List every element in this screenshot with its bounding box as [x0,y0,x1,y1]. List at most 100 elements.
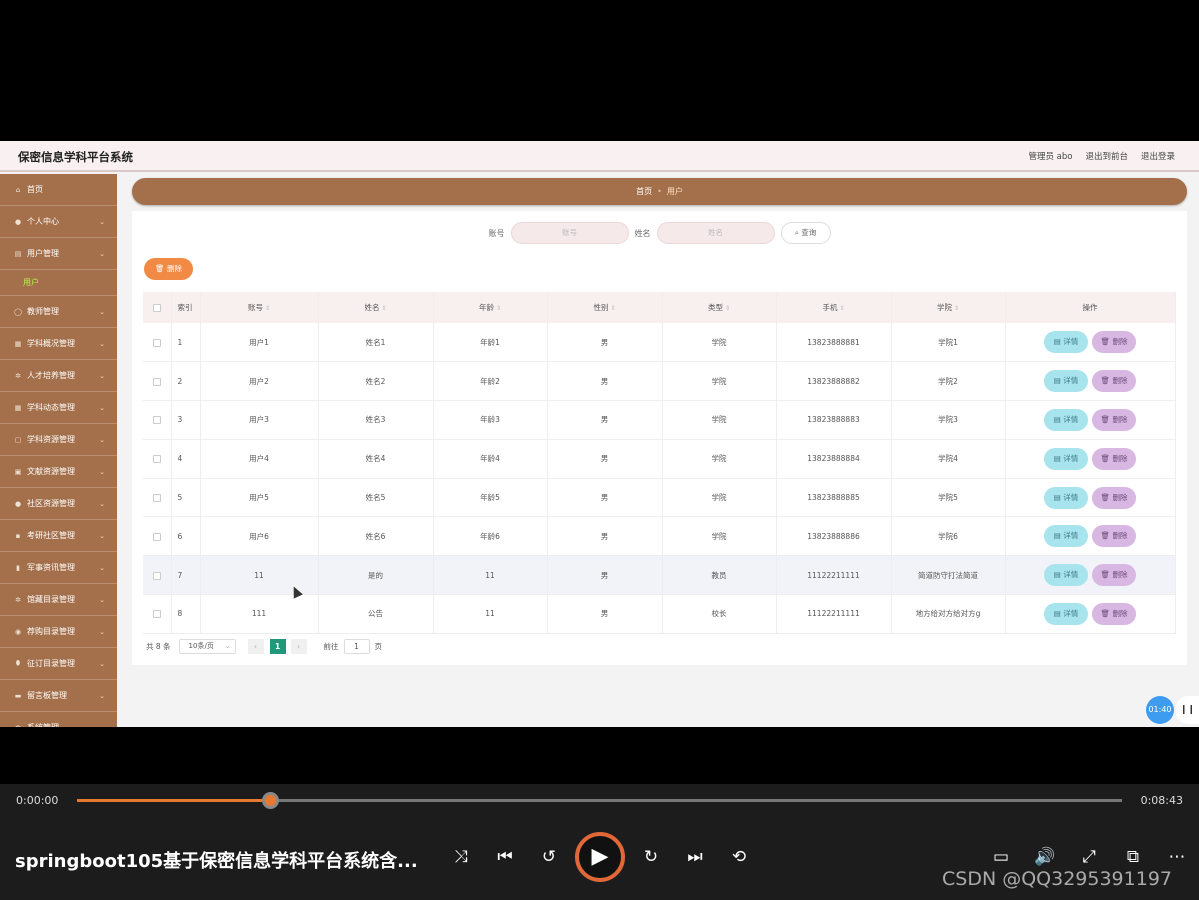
row-checkbox[interactable] [152,610,161,619]
column-header[interactable]: 账号 ⇕ [200,292,319,323]
row-checkbox[interactable] [152,532,161,541]
next-page-button[interactable]: › [290,639,307,654]
row-checkbox[interactable] [152,571,161,580]
detail-button[interactable]: ▤ 详情 [1044,370,1088,393]
next-track-icon[interactable]: ⏭ [683,845,707,869]
row-delete-button[interactable]: 🗑 删除 [1092,370,1136,393]
cell-account: 用户5 [200,478,319,518]
sort-icon[interactable]: ⇕ [496,305,501,312]
chevron-down-icon: ⌄ [99,563,105,572]
progress-bar[interactable] [77,792,1122,809]
cell-phone: 13823888881 [776,323,892,363]
row-delete-button[interactable]: 🗑 删除 [1092,525,1136,548]
rewind-10-icon[interactable]: ↺ [537,845,561,869]
account-search-input[interactable]: 账号 [510,222,629,244]
repeat-off-icon[interactable]: ⟲ [727,845,751,869]
detail-button[interactable]: ▤ 详情 [1044,486,1088,509]
breadcrumb-home[interactable]: 首页 [636,187,652,196]
pause-icon[interactable]: ❙❙ [1176,696,1199,724]
sidebar-item[interactable]: ▦ 学科动态管理 ⌄ [0,392,117,424]
sidebar-item[interactable]: ◯ 教师管理 ⌄ [0,296,117,328]
logout-link[interactable]: 退出登录 [1141,150,1175,162]
sort-icon[interactable]: ⇕ [381,305,386,312]
sidebar-item[interactable]: ⬮ 征订目录管理 ⌄ [0,648,117,680]
column-header[interactable]: 类型 ⇕ [662,292,777,323]
cell-age: 年龄2 [433,361,548,402]
progress-knob[interactable] [262,792,280,809]
cell-account: 用户2 [200,361,319,402]
search-button[interactable]: ⌕ 查询 [780,222,831,244]
sidebar-subitem-users[interactable]: 用户 [0,270,117,296]
admin-user-link[interactable]: 管理员 abo [1028,150,1072,162]
sidebar-item[interactable]: ▬ 留言板管理 ⌄ [0,680,117,712]
sidebar-item[interactable]: ▪ 考研社区管理 ⌄ [0,520,117,552]
column-header[interactable]: 学院 ⇕ [891,292,1006,323]
sort-icon[interactable]: ⇕ [954,305,959,312]
chevron-down-icon: ⌄ [99,499,105,508]
sidebar-item-label: 荐购目录管理 [27,627,75,636]
row-delete-button[interactable]: 🗑 删除 [1092,447,1136,470]
row-delete-button[interactable]: 🗑 删除 [1092,408,1136,431]
name-search-input[interactable]: 姓名 [656,222,775,244]
sidebar-item[interactable]: ▦ 学科概况管理 ⌄ [0,328,117,360]
column-header[interactable]: 性别 ⇕ [547,292,663,323]
row-checkbox[interactable] [152,338,161,347]
subtitles-icon[interactable]: ▭ [989,845,1013,869]
mini-player-icon[interactable]: ⧉ [1121,845,1145,869]
detail-button[interactable]: ▤ 详情 [1044,564,1088,587]
cell-actions: ▤ 详情 🗑 删除 [1005,555,1176,596]
cell-phone: 13823888884 [776,439,892,479]
page-size-select[interactable]: 10条/页 ⌄ [178,639,236,654]
sidebar-item[interactable]: ● 个人中心 ⌄ [0,206,117,238]
sort-icon[interactable]: ⇕ [610,305,615,312]
total-time: 0:08:43 [1140,794,1183,807]
column-header[interactable]: 姓名 ⇕ [318,292,434,323]
sidebar-item[interactable]: ◉ 荐购目录管理 ⌄ [0,616,117,648]
goto-page-input[interactable]: 1 [343,639,370,654]
sidebar-item[interactable]: ✲ 馆藏目录管理 ⌄ [0,584,117,616]
previous-track-icon[interactable]: ⏮ [493,845,517,869]
sort-icon[interactable]: ⇕ [725,305,730,312]
sidebar-item[interactable]: ⌂ 首页 [0,174,117,206]
timer-badge[interactable]: 01:40 [1146,696,1174,724]
row-delete-label: 删除 [1112,531,1128,541]
back-to-frontend-link[interactable]: 退出到前台 [1085,150,1128,162]
page-number-current[interactable]: 1 [269,639,286,654]
sort-icon[interactable]: ⇕ [839,305,844,312]
prev-page-button[interactable]: ‹ [247,639,264,654]
play-button[interactable]: ▶ [575,832,625,882]
row-checkbox[interactable] [152,455,161,464]
sidebar-item[interactable]: ▤ 用户管理 ⌄ [0,238,117,270]
more-options-icon[interactable]: ⋯ [1165,845,1189,869]
fullscreen-icon[interactable]: ⤢ [1077,845,1101,869]
detail-button[interactable]: ▤ 详情 [1044,408,1088,431]
column-header[interactable]: 手机 ⇕ [776,292,892,323]
detail-button[interactable]: ▤ 详情 [1044,331,1088,354]
sort-icon[interactable]: ⇕ [265,305,270,312]
row-checkbox[interactable] [152,494,161,503]
sidebar-item[interactable]: ✲ 系统管理 ⌄ [0,712,117,727]
detail-button[interactable]: ▤ 详情 [1044,447,1088,470]
sidebar-item[interactable]: ▣ 文献资源管理 ⌄ [0,456,117,488]
volume-icon[interactable]: 🔊 [1033,845,1057,869]
row-checkbox[interactable] [152,416,161,425]
select-all-checkbox[interactable] [152,304,161,312]
sidebar-item[interactable]: ✲ 人才培养管理 ⌄ [0,360,117,392]
row-checkbox[interactable] [152,377,161,386]
row-delete-button[interactable]: 🗑 删除 [1092,564,1136,587]
column-header[interactable]: 年龄 ⇕ [433,292,548,323]
detail-button[interactable]: ▤ 详情 [1044,525,1088,548]
sidebar-item[interactable]: ● 社区资源管理 ⌄ [0,488,117,520]
shuffle-icon[interactable]: ⤨ [449,845,473,869]
sidebar-item[interactable]: ▮ 军事资讯管理 ⌄ [0,552,117,584]
row-delete-button[interactable]: 🗑 删除 [1092,331,1136,354]
batch-delete-button[interactable]: 🗑 删除 [144,258,193,280]
sidebar-item[interactable]: ▢ 学科资源管理 ⌄ [0,424,117,456]
row-delete-button[interactable]: 🗑 删除 [1092,486,1136,509]
cell-account: 用户3 [200,400,319,440]
row-delete-button[interactable]: 🗑 删除 [1092,602,1136,625]
cell-name: 姓名1 [318,323,434,363]
detail-button[interactable]: ▤ 详情 [1044,602,1088,625]
cell-college: 地方给对方给对方g [891,594,1006,634]
forward-30-icon[interactable]: ↻ [639,845,663,869]
